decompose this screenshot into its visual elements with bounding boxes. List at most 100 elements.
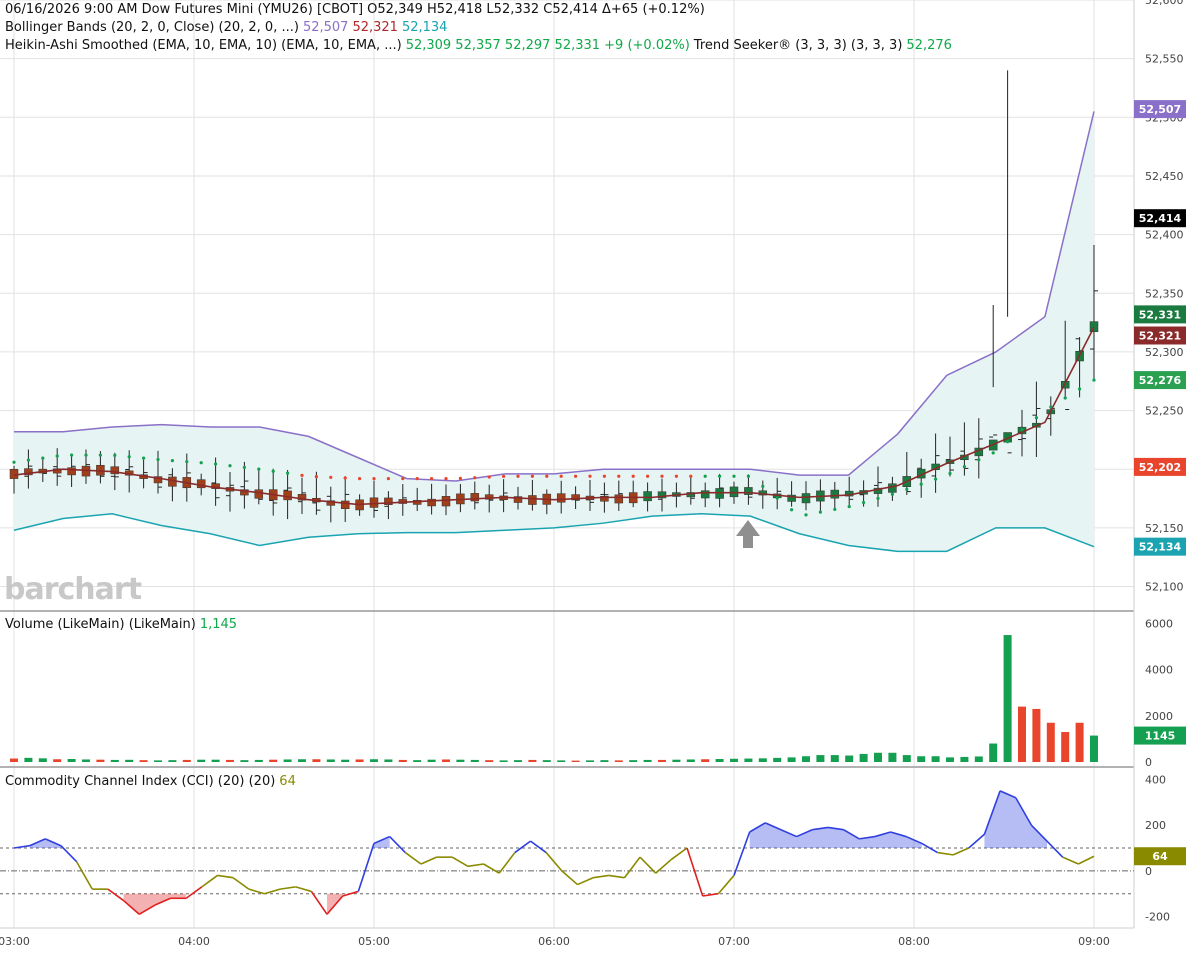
cci-tick-label: 200 <box>1145 819 1166 832</box>
bollinger-label: Bollinger Bands (20, 2, 0, Close) (20, 2… <box>5 20 299 35</box>
bollinger-lower-value: 52,134 <box>401 20 448 35</box>
heikin-ashi-candle <box>9 468 19 479</box>
volume-bar <box>715 759 724 762</box>
volume-bar <box>629 760 638 762</box>
volume-bar <box>96 759 105 762</box>
trend-seeker-dot <box>84 453 88 457</box>
trend-seeker-dot <box>991 451 995 455</box>
volume-bar <box>672 759 681 762</box>
heikin-ashi-legend[interactable]: Heikin-Ashi Smoothed (EMA, 10, EMA, 10) … <box>5 37 956 55</box>
trend-seeker-dot <box>401 477 405 481</box>
trend-seeker-dot <box>775 496 779 500</box>
volume-bar <box>1032 708 1041 762</box>
volume-bar <box>816 755 825 762</box>
heikin-ashi-candle <box>700 490 710 499</box>
cci-value: 64 <box>279 774 296 789</box>
volume-bar <box>787 757 796 762</box>
volume-bar <box>312 759 321 762</box>
cci-line-segment <box>514 840 531 854</box>
trend-seeker-dot <box>415 477 419 481</box>
trend-seeker-dot <box>530 474 535 478</box>
volume-bar <box>643 759 652 762</box>
trend-seeker-dot <box>170 459 174 463</box>
cci-line-segment <box>1046 840 1064 858</box>
heikin-ashi-candle <box>470 493 480 502</box>
cci-line-segment <box>420 856 437 865</box>
volume-bar <box>845 755 854 762</box>
cci-line-segment <box>357 843 375 892</box>
trend-seeker-dot <box>833 507 837 511</box>
cci-legend[interactable]: Commodity Channel Index (CCI) (20) (20) 6… <box>5 773 300 791</box>
volume-bar <box>269 759 278 762</box>
trend-seeker-dot <box>242 465 246 470</box>
badge-bollinger-mid: 52,321 <box>1139 330 1181 343</box>
trend-seeker-dot <box>602 474 607 478</box>
heikin-ashi-candle <box>643 491 652 502</box>
badge-cci: 64 <box>1152 850 1168 863</box>
volume-bar <box>139 760 148 762</box>
heikin-ashi-candle <box>340 500 350 509</box>
cci-line-segment <box>279 886 296 890</box>
badge-last-close: 52,414 <box>1139 212 1182 225</box>
heikin-ashi-candle <box>254 489 264 499</box>
time-tick-label: 07:00 <box>718 935 750 948</box>
price-tick-label: 52,400 <box>1145 229 1184 242</box>
cci-line-segment <box>483 863 500 874</box>
trend-seeker-dot <box>444 477 448 481</box>
cci-line-segment <box>670 847 688 861</box>
volume-bar <box>744 758 753 762</box>
volume-bar <box>888 752 897 762</box>
heikin-ashi-candle <box>1089 321 1099 332</box>
volume-bar <box>197 759 206 762</box>
volume-bar <box>168 760 177 762</box>
volume-legend[interactable]: Volume (LikeMain) (LikeMain) 1,145 <box>5 616 241 634</box>
bollinger-legend[interactable]: Bollinger Bands (20, 2, 0, Close) (20, 2… <box>5 19 451 37</box>
trend-seeker-dot <box>314 475 318 479</box>
trend-seeker-dot <box>487 475 491 479</box>
heikin-ashi-candle <box>528 495 537 505</box>
trend-seeker-dot <box>343 476 347 480</box>
cci-line-segment <box>75 861 93 890</box>
volume-bar <box>182 759 191 762</box>
trend-seeker-dot <box>1006 440 1010 444</box>
cci-line-segment <box>733 831 751 876</box>
trend-seeker-dot <box>1034 416 1038 420</box>
trend-seeker-dot <box>113 453 117 458</box>
trend-seeker-dot <box>818 510 823 514</box>
volume-bar <box>686 759 695 762</box>
cci-line-segment <box>310 890 328 915</box>
cci-line-segment <box>404 851 422 865</box>
volume-bar <box>557 760 566 762</box>
cci-line-segment <box>217 874 234 879</box>
trend-seeker-dot <box>761 484 765 488</box>
volume-bar <box>24 757 33 762</box>
cci-line-segment <box>623 856 641 879</box>
cci-line-segment <box>530 840 547 854</box>
trend-seeker-dot <box>257 467 261 471</box>
trend-seeker-dot <box>746 474 751 478</box>
cci-line-segment <box>498 852 516 874</box>
volume-bar <box>931 756 940 762</box>
trend-seeker-dot <box>703 474 707 478</box>
cci-line-segment <box>295 886 312 893</box>
price-tick-label: 52,550 <box>1145 53 1184 66</box>
trend-seeker-dot <box>41 456 45 460</box>
time-tick-label: 04:00 <box>178 935 210 948</box>
trend-arrow-icon <box>736 520 760 548</box>
cci-line-segment <box>608 874 625 879</box>
cci-line-segment <box>702 892 719 897</box>
volume-bar <box>341 759 350 762</box>
bollinger-mid-value: 52,321 <box>352 20 398 35</box>
volume-bar <box>154 760 162 762</box>
trend-seeker-dot <box>286 471 290 475</box>
trend-seeker-dot <box>689 474 693 478</box>
trend-seeker-dot <box>890 492 895 496</box>
cci-oversold-fill <box>123 893 187 915</box>
badge-bollinger-upper: 52,507 <box>1139 103 1181 116</box>
volume-bar <box>874 752 882 762</box>
volume-bar <box>67 759 76 762</box>
trend-seeker-dot <box>372 477 376 481</box>
volume-bar <box>355 759 364 762</box>
trend-seeker-dot <box>358 477 362 481</box>
volume-bar <box>542 760 551 762</box>
